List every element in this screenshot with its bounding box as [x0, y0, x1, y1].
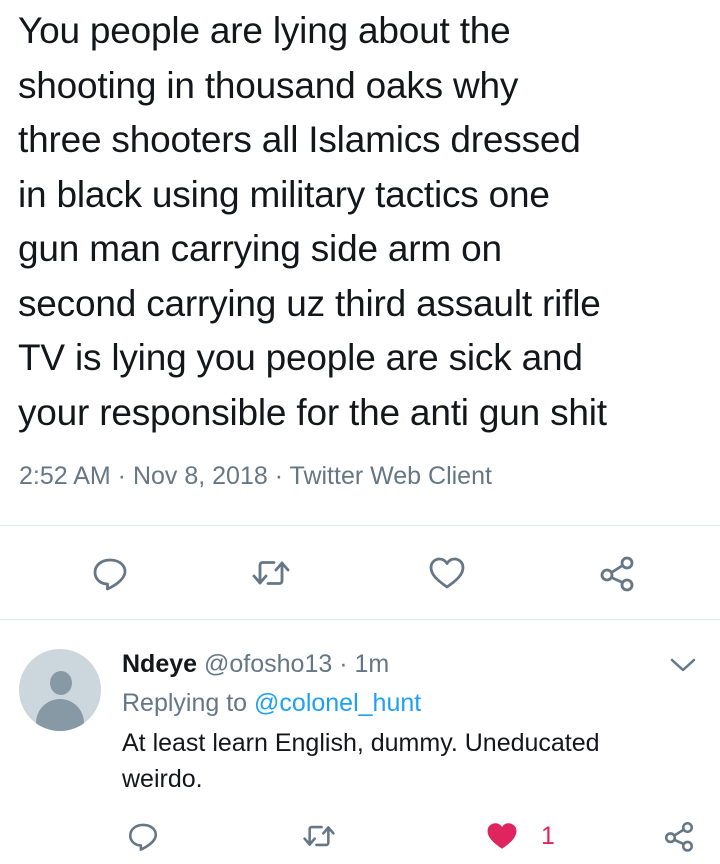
share-button[interactable] [592, 548, 642, 598]
reply-separator: · [332, 650, 355, 678]
reply-tweet[interactable]: Ndeye @ofosho13 · 1m Replying to @colone… [0, 620, 720, 864]
more-options-button[interactable] [668, 650, 698, 680]
tweet-meta: 2:52 AM · Nov 8, 2018 · Twitter Web Clie… [19, 462, 492, 491]
replying-mention[interactable]: @colonel_hunt [254, 689, 421, 717]
tweet-action-bar [0, 548, 720, 598]
reply-reply-button[interactable] [126, 816, 160, 856]
meta-separator: · [110, 462, 133, 490]
retweet-icon [252, 561, 290, 585]
tweet-date: Nov 8, 2018 [132, 462, 268, 490]
replying-prefix: Replying to [122, 689, 255, 717]
retweet-icon [303, 825, 335, 847]
reply-button[interactable] [85, 548, 135, 598]
reply-share-button[interactable] [662, 816, 696, 856]
tweet-text: You people are lying about the shooting … [18, 10, 607, 433]
avatar-body [36, 699, 84, 731]
tweet-source[interactable]: Twitter Web Client [290, 462, 492, 490]
reply-retweet-button[interactable] [302, 816, 336, 856]
avatar[interactable] [19, 649, 101, 731]
reply-header: Ndeye @ofosho13 · 1m [122, 650, 389, 679]
divider [0, 525, 720, 526]
tweet-time: 2:52 AM [19, 462, 111, 490]
heart-icon [429, 557, 465, 589]
heart-filled-icon [487, 823, 517, 849]
replying-to: Replying to @colonel_hunt [122, 689, 421, 718]
reply-author-handle[interactable]: @ofosho13 [204, 650, 332, 678]
share-icon [664, 821, 694, 852]
like-count: 1 [541, 821, 555, 850]
meta-separator: · [267, 462, 290, 490]
reply-icon [128, 823, 158, 851]
retweet-button[interactable] [246, 548, 296, 598]
share-icon [600, 556, 634, 592]
like-button[interactable] [422, 548, 472, 598]
reply-action-bar: 1 [0, 816, 720, 856]
chevron-down-icon [670, 658, 696, 672]
avatar-head [50, 671, 72, 695]
reply-icon [93, 558, 127, 591]
reply-time: 1m [354, 650, 390, 678]
reply-text: At least learn English, dummy. Uneducate… [122, 729, 600, 793]
reply-like-button[interactable]: 1 [485, 816, 555, 856]
reply-author-name[interactable]: Ndeye [122, 650, 197, 678]
